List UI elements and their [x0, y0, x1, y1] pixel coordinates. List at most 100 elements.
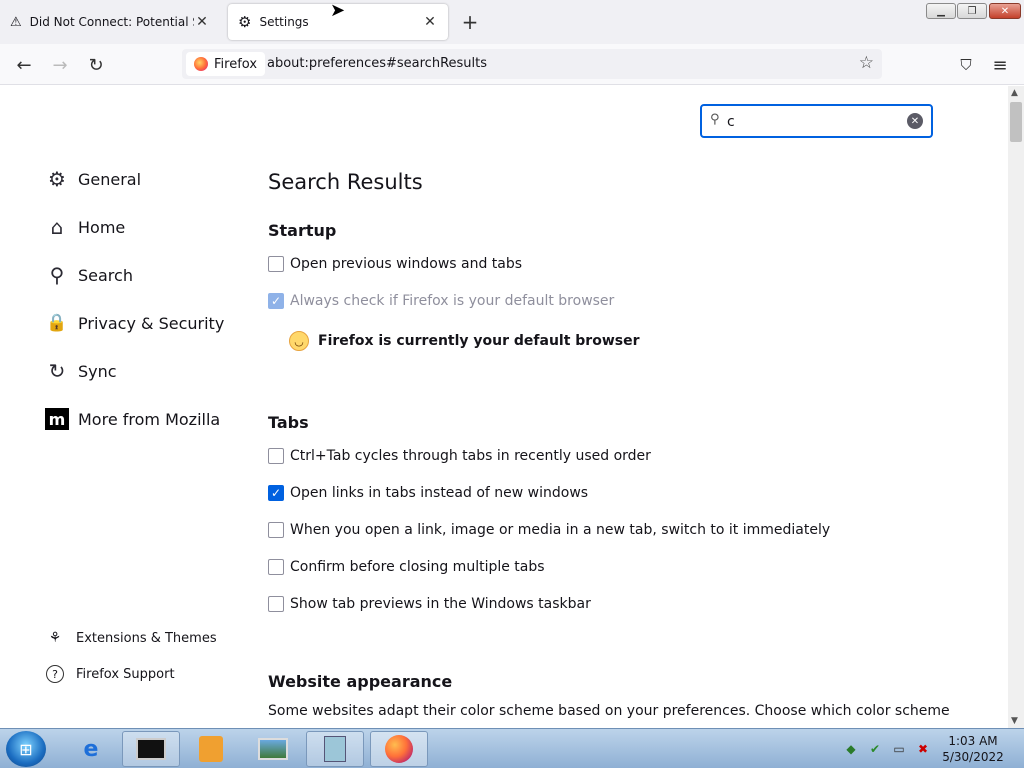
hamburger-menu-icon[interactable]: ≡	[987, 52, 1013, 78]
file-manager-icon[interactable]	[306, 731, 364, 767]
scroll-thumb[interactable]	[1010, 102, 1022, 142]
puzzle-icon: ⚘	[48, 630, 62, 646]
search-icon: ⚲	[710, 112, 720, 127]
sidebar-link-label: Extensions & Themes	[76, 630, 217, 646]
document-icon	[324, 736, 346, 762]
bookmark-star-icon[interactable]: ☆	[859, 53, 874, 73]
action-center-icon[interactable]: ✔	[867, 741, 883, 757]
mouse-cursor-icon: ➤	[330, 0, 346, 21]
default-browser-status-text: Firefox is currently your default browse…	[318, 333, 640, 349]
scroll-up-icon[interactable]: ▲	[1011, 88, 1018, 98]
checkbox[interactable]	[268, 448, 284, 464]
picture-viewer-icon[interactable]	[244, 731, 302, 767]
checkbox-label: When you open a link, image or media in …	[290, 522, 831, 538]
tab-strip: ⚠ Did Not Connect: Potential Security Is…	[0, 0, 1024, 44]
taskbar-clock[interactable]: 1:03 AM 5/30/2022	[940, 733, 1006, 765]
checkbox-label: Show tab previews in the Windows taskbar	[290, 596, 591, 612]
close-window-button[interactable]: ✕	[989, 3, 1021, 19]
switch-to-new-tab-checkbox[interactable]: When you open a link, image or media in …	[268, 522, 830, 538]
sidebar-item-more-from-mozilla[interactable]: m More from Mozilla	[44, 406, 220, 432]
sidebar-item-search[interactable]: ⚲ Search	[44, 262, 133, 288]
checkbox[interactable]: ✓	[268, 293, 284, 309]
checkbox-label: Open previous windows and tabs	[290, 256, 523, 272]
website-appearance-description: Some websites adapt their color scheme b…	[268, 703, 950, 719]
monitor-icon	[136, 738, 166, 760]
smile-icon: ◡	[289, 331, 309, 351]
media-player-icon[interactable]	[182, 731, 240, 767]
lock-icon: 🔒	[46, 313, 68, 333]
checkbox[interactable]	[268, 596, 284, 612]
checkbox[interactable]	[268, 559, 284, 575]
sidebar-link-extensions[interactable]: ⚘ Extensions & Themes	[46, 629, 217, 647]
help-icon: ?	[46, 665, 64, 683]
checkbox[interactable]: ✓	[268, 485, 284, 501]
gear-icon: ⚙	[48, 167, 66, 191]
mozilla-icon: m	[45, 408, 69, 430]
ctrl-tab-checkbox[interactable]: Ctrl+Tab cycles through tabs in recently…	[268, 448, 651, 464]
checkbox-label: Always check if Firefox is your default …	[290, 293, 615, 309]
sidebar-item-home[interactable]: ⌂ Home	[44, 214, 126, 240]
navigation-toolbar: ← → ↻ Firefox about:preferences#searchRe…	[0, 44, 1024, 85]
sidebar-item-label: Home	[78, 217, 126, 237]
identity-label: Firefox	[214, 56, 258, 72]
command-prompt-icon[interactable]	[122, 731, 180, 767]
forward-button[interactable]: →	[47, 52, 73, 78]
search-icon: ⚲	[49, 263, 65, 287]
clock-time: 1:03 AM	[948, 734, 998, 748]
tab-close-icon[interactable]: ✕	[422, 14, 438, 30]
restore-session-checkbox[interactable]: Open previous windows and tabs	[268, 256, 522, 272]
section-title-startup: Startup	[268, 221, 337, 240]
url-bar[interactable]: Firefox about:preferences#searchResults …	[182, 49, 882, 79]
sidebar-link-label: Firefox Support	[76, 666, 175, 682]
url-text[interactable]: about:preferences#searchResults	[267, 56, 487, 71]
new-tab-button[interactable]: +	[458, 10, 482, 34]
page-scrollbar[interactable]: ▲ ▼	[1008, 86, 1024, 728]
always-check-default-checkbox[interactable]: ✓ Always check if Firefox is your defaul…	[268, 293, 614, 309]
section-title-website-appearance: Website appearance	[268, 672, 453, 691]
section-title-tabs: Tabs	[268, 413, 309, 432]
checkbox-label: Ctrl+Tab cycles through tabs in recently…	[290, 448, 651, 464]
default-browser-status: ◡ Firefox is currently your default brow…	[289, 331, 640, 351]
settings-search[interactable]: ⚲ ✕	[700, 104, 933, 138]
tab-previews-checkbox[interactable]: Show tab previews in the Windows taskbar	[268, 596, 591, 612]
checkbox[interactable]	[268, 256, 284, 272]
tab-close-icon[interactable]: ✕	[194, 14, 210, 30]
sidebar-item-label: Sync	[78, 361, 117, 381]
windows-taskbar: ⊞ e ◆ ✔ ▭ ✖ 1:03 AM 5/30/2022	[0, 728, 1024, 768]
firefox-taskbar-icon[interactable]	[370, 731, 428, 767]
sidebar-item-label: Privacy & Security	[78, 313, 225, 333]
firefox-logo-icon	[385, 735, 413, 763]
search-input[interactable]	[727, 112, 897, 132]
maximize-button[interactable]: ❐	[957, 3, 987, 19]
sidebar-item-privacy[interactable]: 🔒 Privacy & Security	[44, 310, 224, 336]
open-links-in-tabs-checkbox[interactable]: ✓ Open links in tabs instead of new wind…	[268, 485, 588, 501]
tab-security-issue[interactable]: ⚠ Did Not Connect: Potential Security Is…	[0, 4, 220, 40]
back-button[interactable]: ←	[11, 52, 37, 78]
identity-box[interactable]: Firefox	[186, 52, 266, 76]
sidebar-item-label: Search	[78, 265, 133, 285]
checkbox-label: Confirm before closing multiple tabs	[290, 559, 545, 575]
tab-title: Did Not Connect: Potential Security Issu…	[29, 15, 194, 29]
display-tray-icon[interactable]: ▭	[891, 741, 907, 757]
checkbox[interactable]	[268, 522, 284, 538]
sidebar-item-label: More from Mozilla	[78, 409, 221, 429]
clock-date: 5/30/2022	[942, 750, 1004, 764]
minimize-button[interactable]: ▁	[926, 3, 956, 19]
internet-explorer-icon[interactable]: e	[62, 731, 120, 767]
sidebar-item-general[interactable]: ⚙ General	[44, 166, 141, 192]
checkbox-label: Open links in tabs instead of new window…	[290, 485, 589, 501]
network-tray-icon[interactable]: ◆	[843, 741, 859, 757]
volume-muted-icon[interactable]: ✖	[915, 741, 931, 757]
play-icon	[199, 736, 223, 762]
sidebar-item-sync[interactable]: ↻ Sync	[44, 358, 117, 384]
gear-icon: ⚙	[238, 13, 252, 31]
sync-icon: ↻	[48, 359, 66, 383]
warning-icon: ⚠	[10, 14, 22, 30]
scroll-down-icon[interactable]: ▼	[1011, 716, 1018, 726]
start-button[interactable]: ⊞	[6, 731, 46, 767]
confirm-close-tabs-checkbox[interactable]: Confirm before closing multiple tabs	[268, 559, 545, 575]
clear-search-icon[interactable]: ✕	[907, 113, 923, 129]
reload-button[interactable]: ↻	[83, 52, 109, 78]
pocket-icon[interactable]: ⛉	[953, 52, 979, 78]
sidebar-link-support[interactable]: ? Firefox Support	[46, 665, 175, 683]
